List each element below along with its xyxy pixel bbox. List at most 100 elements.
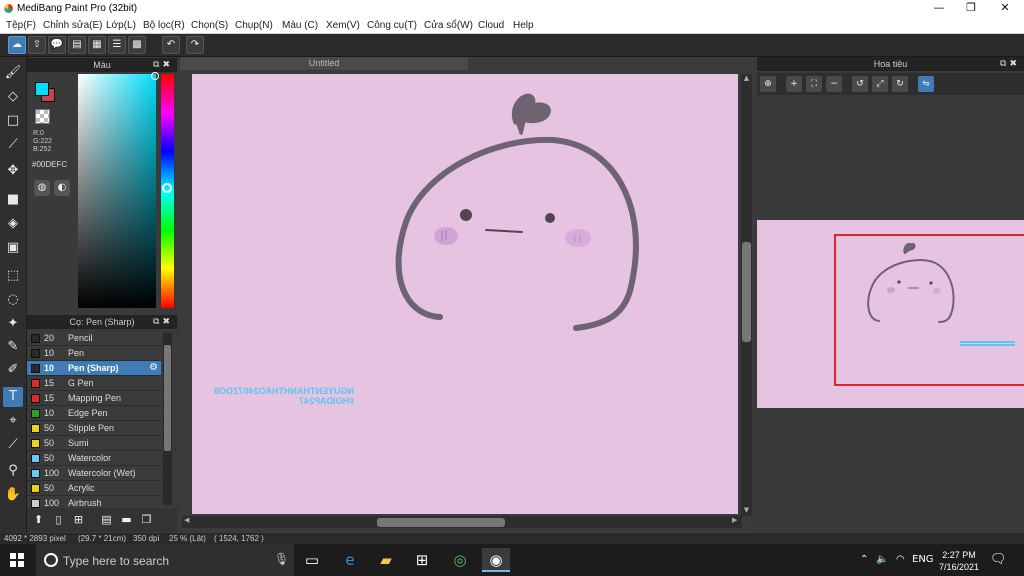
sv-picker-knob[interactable] [151, 72, 159, 80]
reset-rotation-icon[interactable]: ⤢ [872, 76, 888, 92]
brush-list-item[interactable]: 50 Watercolor [27, 451, 161, 466]
wifi-icon[interactable]: ◠ [896, 554, 905, 565]
brush-list-item[interactable]: 50 Stipple Pen [27, 421, 161, 436]
hue-slider-knob[interactable] [162, 183, 172, 193]
rectangle-tool-icon[interactable]: □ [3, 111, 23, 131]
new-brush-icon[interactable]: ▯ [51, 512, 66, 527]
menu-capture[interactable]: Chụp(N) [235, 20, 273, 31]
brush-list-scrollbar[interactable] [163, 333, 172, 505]
foreground-color-swatch[interactable] [35, 82, 49, 96]
close-button[interactable]: ✕ [988, 0, 1022, 17]
panel-controls-icon[interactable]: ⧉✖ [1000, 57, 1020, 71]
menu-cloud[interactable]: Cloud [478, 20, 504, 31]
taskbar-search-box[interactable]: Type here to search 🎙 [36, 544, 294, 576]
brush-list-item[interactable]: 10 Edge Pen [27, 406, 161, 421]
volume-icon[interactable]: 🔈 [876, 554, 888, 565]
fit-window-icon[interactable]: ⛶ [806, 76, 822, 92]
rotate-right-icon[interactable]: ↻ [892, 76, 908, 92]
document-icon[interactable]: ▦ [88, 36, 106, 54]
gradient-tool-icon[interactable]: ▣ [3, 238, 23, 258]
canvas-horizontal-scrollbar[interactable]: ◀ ▶ [182, 516, 742, 528]
add-brush-menu-icon[interactable]: ⊞ [71, 512, 86, 527]
divide-tool-icon[interactable]: ⟋ [3, 435, 23, 455]
brush-settings-gear-icon[interactable]: ⚙ [149, 362, 158, 373]
menu-layer[interactable]: Lớp(L) [106, 20, 136, 31]
cloud-icon[interactable]: ☁ [8, 36, 26, 54]
rotate-left-icon[interactable]: ↺ [852, 76, 868, 92]
edge-browser-icon[interactable]: e [336, 548, 364, 572]
bucket-tool-icon[interactable]: ◈ [3, 214, 23, 234]
folder-icon[interactable]: ▬ [119, 512, 134, 527]
operation-tool-icon[interactable]: ⌖ [3, 411, 23, 431]
notification-icon[interactable]: 🗨 [990, 552, 1007, 567]
select-rect-tool-icon[interactable]: ⬚ [3, 266, 23, 286]
panel-controls-icon[interactable]: ⧉✖ [153, 58, 173, 72]
task-view-icon[interactable]: ▭ [298, 548, 326, 572]
menu-color[interactable]: Màu (C) [282, 20, 318, 31]
brush-list-item[interactable]: 20 Pencil [27, 331, 161, 346]
brush-list-item[interactable]: 50 Acrylic [27, 481, 161, 496]
zoom-fit-icon[interactable]: ⊕ [760, 76, 776, 92]
brush-list-item[interactable]: 50 Sumi [27, 436, 161, 451]
menu-help[interactable]: Help [513, 20, 534, 31]
magic-wand-tool-icon[interactable]: ✦ [3, 314, 23, 334]
list-icon[interactable]: ☰ [108, 36, 126, 54]
message-icon[interactable]: ▤ [68, 36, 86, 54]
scroll-down-icon[interactable]: ▼ [741, 506, 752, 514]
text-tool-icon[interactable]: T [3, 387, 23, 407]
duplicate-brush-icon[interactable]: ❐ [139, 512, 154, 527]
fill-rect-tool-icon[interactable]: ■ [3, 190, 23, 210]
saturation-value-picker[interactable] [78, 74, 156, 308]
menu-file[interactable]: Tệp(F) [6, 20, 36, 31]
scroll-left-icon[interactable]: ◀ [184, 516, 189, 524]
drawing-canvas[interactable]: NGUYENTHANHTHAO2407ZOO9 #HOIDAP247 [192, 74, 738, 514]
navigator-viewport-frame[interactable] [834, 234, 1024, 386]
flip-horizontal-icon[interactable]: ⇋ [918, 76, 934, 92]
brush-list-item[interactable]: 10 Pen (Sharp) ⚙ [27, 361, 161, 376]
menu-view[interactable]: Xem(V) [326, 20, 360, 31]
move-tool-icon[interactable]: ✥ [3, 161, 23, 181]
brush-list-item[interactable]: 100 Watercolor (Wet) [27, 466, 161, 481]
brush-settings-icon[interactable]: ▤ [99, 512, 114, 527]
file-explorer-icon[interactable]: ▰ [372, 548, 400, 572]
eyedropper-tool-icon[interactable]: ⚲ [3, 461, 23, 481]
share-icon[interactable]: ⇧ [28, 36, 46, 54]
scroll-up-icon[interactable]: ▲ [741, 74, 752, 82]
windows-start-icon[interactable] [10, 553, 24, 567]
palette-icon[interactable]: ◍ [34, 180, 50, 196]
taskbar-clock[interactable]: 2:27 PM 7/16/2021 [928, 549, 990, 573]
canvas-vertical-scrollbar[interactable]: ▲ ▼ [741, 74, 752, 516]
app-green-icon[interactable]: ◎ [446, 548, 474, 572]
lasso-tool-icon[interactable]: ◌ [3, 290, 23, 310]
brush-list-item[interactable]: 15 Mapping Pen [27, 391, 161, 406]
menu-select[interactable]: Chọn(S) [191, 20, 228, 31]
grid-icon[interactable]: ▩ [128, 36, 146, 54]
menu-filter[interactable]: Bộ lọc(R) [143, 20, 185, 31]
transparent-color-swatch[interactable] [35, 109, 50, 124]
hand-tool-icon[interactable]: ✋ [3, 485, 23, 505]
scrollbar-thumb[interactable] [377, 518, 505, 527]
panel-controls-icon[interactable]: ⧉✖ [153, 315, 173, 329]
brush-list-item[interactable]: 10 Pen [27, 346, 161, 361]
scrollbar-thumb[interactable] [742, 242, 751, 342]
maximize-button[interactable]: ❐ [954, 0, 988, 17]
tray-overflow-icon[interactable]: ⌃ [860, 554, 868, 565]
microphone-icon[interactable]: 🎙 [274, 552, 289, 566]
menu-window[interactable]: Cửa sổ(W) [424, 20, 473, 31]
menu-edit[interactable]: Chỉnh sửa(E) [43, 20, 103, 31]
undo-icon[interactable]: ↶ [162, 36, 180, 54]
minimize-button[interactable]: — [922, 0, 956, 17]
redo-icon[interactable]: ↷ [186, 36, 204, 54]
menu-tools[interactable]: Công cụ(T) [367, 20, 417, 31]
zoom-in-icon[interactable]: + [786, 76, 802, 92]
medibang-taskbar-icon[interactable]: ◉ [482, 548, 510, 572]
scroll-right-icon[interactable]: ▶ [732, 516, 737, 524]
navigator-preview[interactable] [757, 220, 1024, 408]
scrollbar-thumb[interactable] [164, 345, 171, 451]
brush-tool-icon[interactable]: 🖌 [3, 63, 23, 83]
eraser-tool-icon[interactable]: ◇ [3, 87, 23, 107]
select-pen-tool-icon[interactable]: ✎ [3, 337, 23, 357]
tab-untitled[interactable]: Untitled [180, 57, 468, 70]
cloud-brush-icon[interactable]: ⬆ [31, 512, 46, 527]
palette-add-icon[interactable]: ◐ [54, 180, 70, 196]
